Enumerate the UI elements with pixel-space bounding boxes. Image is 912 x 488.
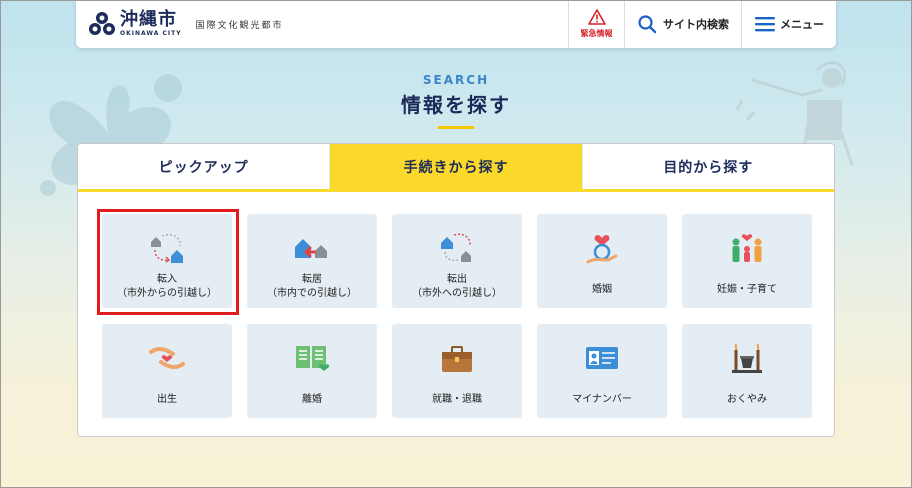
logo-roman: OKINAWA CITY xyxy=(120,30,182,37)
tab-label: ピックアップ xyxy=(158,159,249,176)
tile-label: 転入 （市外からの引越し） xyxy=(117,274,217,299)
title-underline xyxy=(438,126,474,129)
tile-label: 転居 （市内での引越し） xyxy=(267,274,357,299)
move-within-icon xyxy=(295,239,327,258)
site-logo[interactable]: 沖縄市 OKINAWA CITY xyxy=(88,10,182,38)
tile-label: 離婚 xyxy=(302,393,322,405)
tagline: 国際文化観光都市 xyxy=(195,20,284,31)
baby-hands-icon xyxy=(149,346,185,370)
section-subtitle: SEARCH xyxy=(422,73,490,87)
family-icon xyxy=(732,234,762,262)
search-panel: ピックアップ 手続きから探す 目的から探す 転入 （市外からの引越し） 転居 （… xyxy=(77,143,835,437)
tab-label: 目的から探す xyxy=(663,159,754,176)
tile-my-number[interactable]: マイナンバー xyxy=(537,324,667,418)
tile-label: 就職・退職 xyxy=(432,393,482,405)
tile-birth[interactable]: 出生 xyxy=(102,324,232,418)
tile-move-within[interactable]: 転居 （市内での引越し） xyxy=(247,214,377,308)
search-icon xyxy=(638,15,657,34)
ring-icon xyxy=(586,235,618,264)
id-card-icon xyxy=(586,347,618,369)
tile-label: マイナンバー xyxy=(572,393,632,405)
tile-label: おくやみ xyxy=(727,393,767,405)
tile-label: 出生 xyxy=(157,393,177,405)
city-emblem-icon xyxy=(89,12,115,35)
tab-bar: ピックアップ 手続きから探す 目的から探す xyxy=(78,144,834,192)
tab-by-purpose[interactable]: 目的から探す xyxy=(581,144,834,189)
hamburger-menu-icon xyxy=(755,17,775,32)
tile-label: 転出 （市外への引越し） xyxy=(412,274,502,299)
briefcase-icon xyxy=(442,346,472,372)
tile-condolence[interactable]: おくやみ xyxy=(682,324,812,418)
tile-move-out[interactable]: 転出 （市外への引越し） xyxy=(392,214,522,308)
tile-divorce[interactable]: 離婚 xyxy=(247,324,377,418)
site-header: 沖縄市 OKINAWA CITY 国際文化観光都市 緊急情報 サイト内検索 メニ… xyxy=(76,0,836,48)
move-in-icon xyxy=(151,234,183,263)
tile-pregnancy-childcare[interactable]: 妊娠・子育て xyxy=(682,214,812,308)
emergency-label: 緊急情報 xyxy=(580,29,613,38)
tile-label: 妊娠・子育て xyxy=(717,283,777,295)
tile-marriage[interactable]: 婚姻 xyxy=(537,214,667,308)
memorial-icon xyxy=(732,343,762,373)
emergency-info-button[interactable]: 緊急情報 xyxy=(568,0,624,48)
section-title: 情報を探す xyxy=(401,93,511,117)
search-label: サイト内検索 xyxy=(663,18,729,31)
move-out-icon xyxy=(441,233,471,262)
menu-button[interactable]: メニュー xyxy=(741,0,836,48)
logo-name: 沖縄市 xyxy=(120,9,177,30)
tab-pickup[interactable]: ピックアップ xyxy=(78,144,329,189)
tab-by-procedure[interactable]: 手続きから探す xyxy=(329,144,582,189)
documents-icon xyxy=(296,346,330,371)
menu-label: メニュー xyxy=(780,18,824,31)
site-search-button[interactable]: サイト内検索 xyxy=(624,0,741,48)
tile-label: 婚姻 xyxy=(592,283,612,295)
warning-icon xyxy=(587,9,606,25)
tab-label: 手続きから探す xyxy=(403,159,509,176)
tile-move-in[interactable]: 転入 （市外からの引越し） xyxy=(97,209,239,315)
tile-employment[interactable]: 就職・退職 xyxy=(392,324,522,418)
